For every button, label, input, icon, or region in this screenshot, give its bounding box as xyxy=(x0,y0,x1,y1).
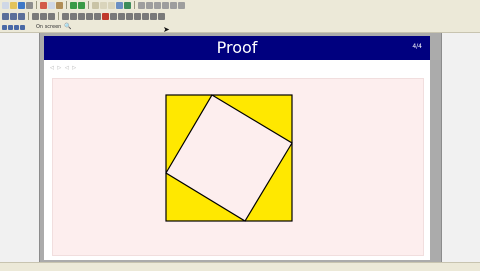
root-icon[interactable] xyxy=(78,12,85,20)
greek-icon[interactable] xyxy=(126,12,133,20)
arrow-icon[interactable] xyxy=(142,12,149,20)
matrix-icon[interactable] xyxy=(86,12,93,20)
align-left-icon[interactable] xyxy=(2,12,9,20)
separator xyxy=(36,1,37,9)
fraction-icon[interactable] xyxy=(70,12,77,20)
separator xyxy=(66,1,67,9)
copy-icon[interactable] xyxy=(48,1,55,9)
separator xyxy=(58,12,59,20)
print-icon[interactable] xyxy=(26,1,33,9)
table-icon[interactable] xyxy=(108,1,115,9)
operator-icon[interactable] xyxy=(134,12,141,20)
pythagoras-figure xyxy=(165,94,293,222)
right-margin xyxy=(441,33,480,262)
relation-icon[interactable] xyxy=(150,12,157,20)
save-icon[interactable] xyxy=(18,1,25,9)
paste-icon[interactable] xyxy=(56,1,63,9)
misc-icon[interactable] xyxy=(158,12,165,20)
new-icon[interactable] xyxy=(2,1,9,9)
magnifier-icon[interactable]: 🔍 xyxy=(64,23,71,30)
proof-block xyxy=(52,78,424,256)
separator xyxy=(88,1,89,9)
view-toolbar xyxy=(0,22,480,33)
frame-icon[interactable] xyxy=(100,1,107,9)
underline-icon[interactable] xyxy=(48,12,55,20)
slide-title: Proof xyxy=(216,38,258,57)
zoom-icon[interactable] xyxy=(116,1,123,9)
nav-back-icon[interactable] xyxy=(170,1,177,9)
align-right-icon[interactable] xyxy=(18,12,25,20)
slide: Proof 4/4 ◁ ▷ ◁ ▷ xyxy=(44,36,430,260)
style-icon[interactable] xyxy=(110,12,117,20)
align-center-icon[interactable] xyxy=(10,12,17,20)
page-icon[interactable] xyxy=(2,24,7,30)
text-color-icon[interactable] xyxy=(102,12,109,20)
nav-next-icon[interactable] xyxy=(154,1,161,9)
nav-forward-icon[interactable] xyxy=(178,1,185,9)
italic-icon[interactable] xyxy=(40,12,47,20)
slide-header: Proof 4/4 xyxy=(44,36,430,60)
cut-icon[interactable] xyxy=(40,1,47,9)
bold-icon[interactable] xyxy=(32,12,39,20)
sigma-icon[interactable] xyxy=(62,12,69,20)
undo-icon[interactable] xyxy=(70,1,77,9)
eject-icon[interactable] xyxy=(20,24,25,30)
symbol-icon[interactable] xyxy=(94,12,101,20)
nav-prev-icon[interactable] xyxy=(146,1,153,9)
nav-last-icon[interactable] xyxy=(162,1,169,9)
open-icon[interactable] xyxy=(10,1,17,9)
zoom-dropdown[interactable]: On screen xyxy=(36,24,61,30)
redo-icon[interactable] xyxy=(78,1,85,9)
bracket-icon[interactable] xyxy=(118,12,125,20)
slide-navigation[interactable]: ◁ ▷ ◁ ▷ xyxy=(50,65,77,71)
nav-first-icon[interactable] xyxy=(138,1,145,9)
globe-icon[interactable] xyxy=(124,1,131,9)
image-icon[interactable] xyxy=(92,1,99,9)
outline-icon[interactable] xyxy=(8,24,13,30)
left-margin xyxy=(0,33,40,262)
slide-page-number: 4/4 xyxy=(412,43,422,50)
separator xyxy=(134,1,135,9)
separator xyxy=(28,12,29,20)
list-icon[interactable] xyxy=(14,24,19,30)
mouse-cursor-icon: ➤ xyxy=(163,25,170,34)
